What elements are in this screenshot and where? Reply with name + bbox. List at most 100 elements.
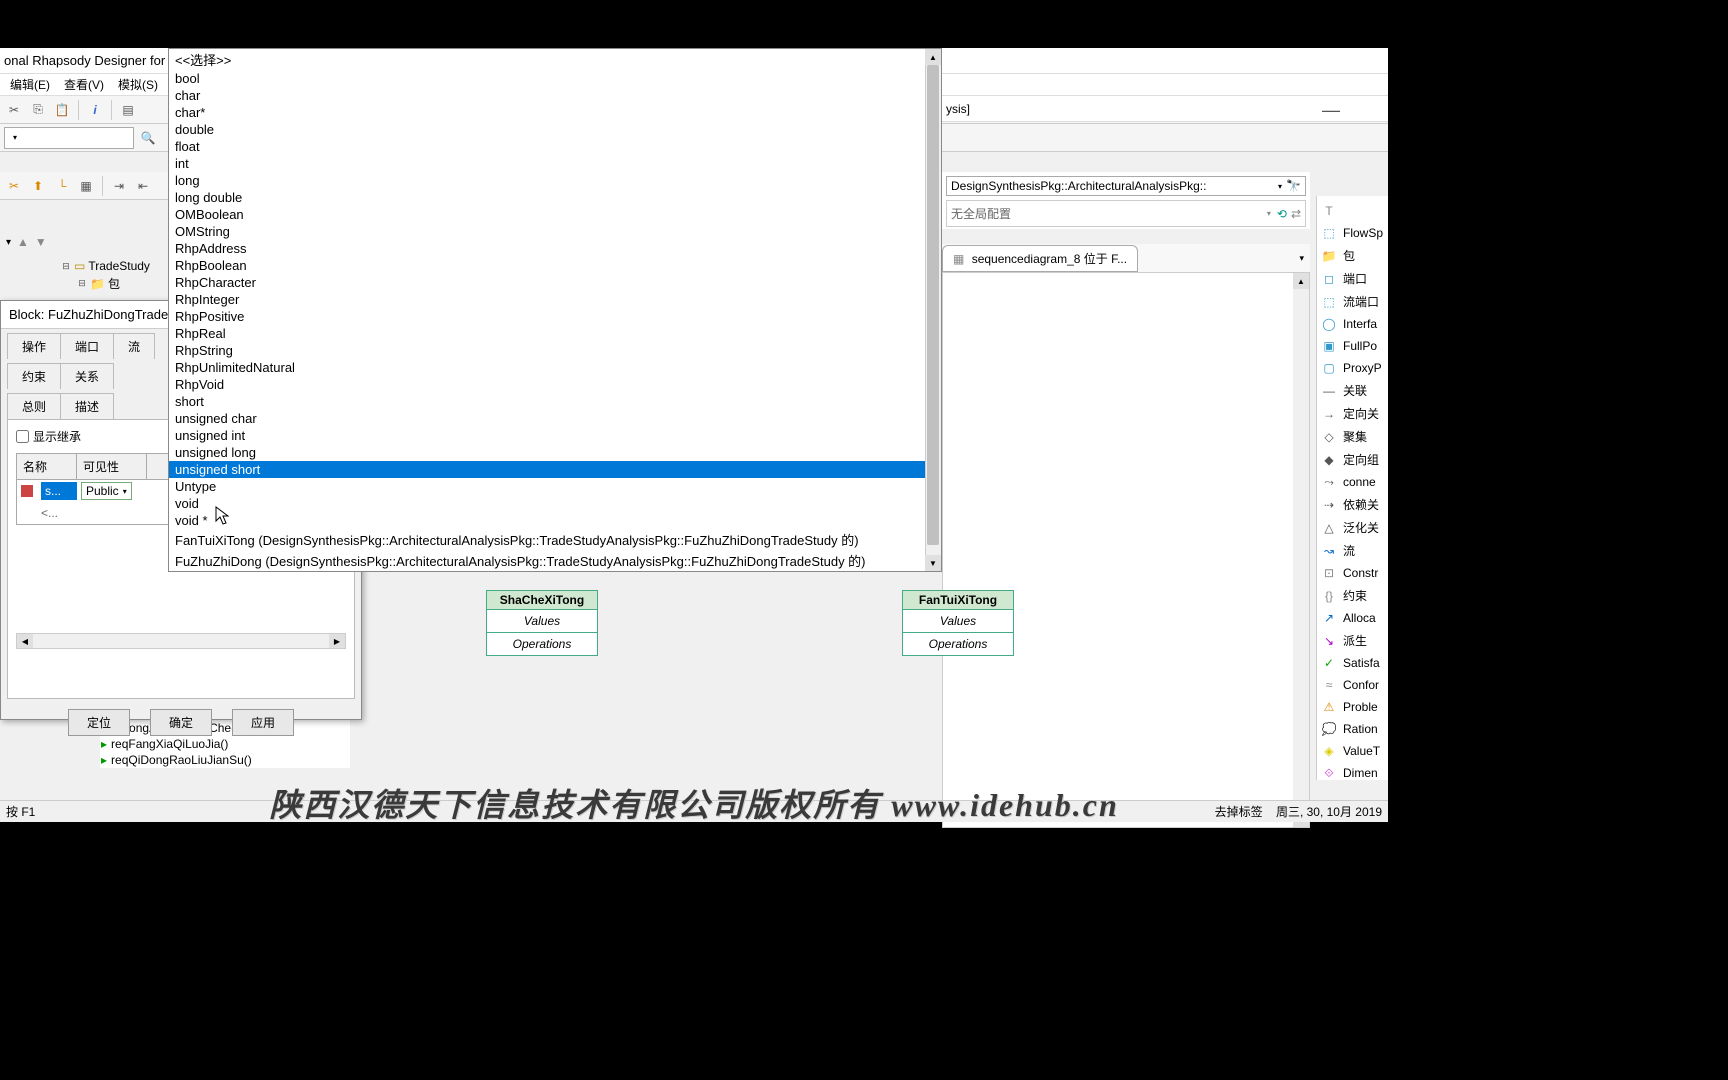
dropdown-item[interactable]: void: [169, 495, 941, 512]
locate-button[interactable]: 定位: [68, 709, 130, 736]
dropdown-item[interactable]: unsigned int: [169, 427, 941, 444]
palette-item-constr[interactable]: ⊡Constr: [1317, 562, 1388, 584]
scroll-thumb[interactable]: [927, 65, 939, 545]
menu-edit[interactable]: 编辑(E): [4, 74, 56, 95]
dropdown-item[interactable]: FuZhuZhiDong (DesignSynthesisPkg::Archit…: [169, 550, 941, 571]
up-icon[interactable]: ⬆: [28, 176, 48, 196]
scroll-up-icon[interactable]: ▲: [925, 49, 941, 65]
dropdown-item[interactable]: FanTuiXiTong (DesignSynthesisPkg::Archit…: [169, 529, 941, 550]
grid-icon[interactable]: ▦: [76, 176, 96, 196]
palette-item-rationale[interactable]: 💭Ration: [1317, 718, 1388, 740]
dropdown-item[interactable]: bool: [169, 70, 941, 87]
palette-item-allocate[interactable]: ↗Alloca: [1317, 607, 1388, 629]
palette-item-problem[interactable]: ⚠Proble: [1317, 696, 1388, 718]
attr-name[interactable]: s...: [41, 482, 77, 500]
dropdown-item[interactable]: OMString: [169, 223, 941, 240]
type-dropdown[interactable]: <<选择>>boolcharchar*doublefloatintlonglon…: [168, 48, 942, 572]
diagram-canvas[interactable]: ▲ ▼: [942, 272, 1310, 828]
dropdown-item[interactable]: Untype: [169, 478, 941, 495]
tab-constraints[interactable]: 约束: [7, 363, 61, 389]
config-combo[interactable]: 无全局配置 ▾ ⟲ ⇄: [946, 200, 1306, 227]
palette-item-connector[interactable]: ⤳conne: [1317, 471, 1388, 493]
dropdown-item[interactable]: unsigned short: [169, 461, 941, 478]
col-visibility[interactable]: 可见性: [77, 454, 147, 479]
palette-item-flow[interactable]: ↝流: [1317, 539, 1388, 562]
palette-item-proxy[interactable]: ▢ProxyP: [1317, 357, 1388, 379]
palette-item-port[interactable]: ◻端口: [1317, 267, 1388, 290]
dropdown-item[interactable]: float: [169, 138, 941, 155]
dropdown-item[interactable]: short: [169, 393, 941, 410]
refresh-icon[interactable]: ⟲: [1277, 207, 1287, 221]
show-inherited-checkbox[interactable]: [16, 430, 29, 443]
editor-tab[interactable]: ▦ sequencediagram_8 位于 F...: [942, 245, 1138, 272]
scope-combo[interactable]: ▾: [4, 127, 134, 149]
palette-item-flowsp[interactable]: ⬚FlowSp: [1317, 222, 1388, 244]
palette-item-valuetype[interactable]: ◈ValueT: [1317, 740, 1388, 762]
scroll-up-icon[interactable]: ▲: [1293, 273, 1309, 289]
expand-icon[interactable]: ⊟: [76, 278, 88, 290]
visibility-combo[interactable]: Public ▾: [81, 482, 132, 500]
tool-icon[interactable]: ▤: [118, 100, 138, 120]
tab-ops[interactable]: 操作: [7, 333, 61, 359]
dropdown-item[interactable]: void *: [169, 512, 941, 529]
align-icon[interactable]: ⇥: [109, 176, 129, 196]
palette-item-directed2[interactable]: ◆定向组: [1317, 448, 1388, 471]
palette-item-dimen[interactable]: ⟐Dimen: [1317, 762, 1388, 780]
horizontal-scrollbar[interactable]: ◀ ▶: [16, 633, 346, 649]
info-icon[interactable]: i: [85, 100, 105, 120]
nav-up-icon[interactable]: ▲: [17, 235, 29, 249]
binoculars-icon[interactable]: 🔭: [1286, 179, 1301, 193]
dropdown-item[interactable]: OMBoolean: [169, 206, 941, 223]
corner-icon[interactable]: └: [52, 176, 72, 196]
copy-icon[interactable]: ⎘: [28, 100, 48, 120]
package-filter-combo[interactable]: DesignSynthesisPkg::ArchitecturalAnalysi…: [946, 176, 1306, 196]
palette-item-derive[interactable]: ↘派生: [1317, 629, 1388, 652]
dropdown-item[interactable]: int: [169, 155, 941, 172]
dropdown-item[interactable]: RhpReal: [169, 325, 941, 342]
status-tag[interactable]: 去掉标签: [1215, 805, 1263, 819]
distribute-icon[interactable]: ⇤: [133, 176, 153, 196]
scroll-left-icon[interactable]: ◀: [17, 634, 33, 648]
palette-item-constraint[interactable]: {}约束: [1317, 584, 1388, 607]
dropdown-item[interactable]: RhpInteger: [169, 291, 941, 308]
tab-flows[interactable]: 流: [113, 333, 155, 359]
scroll-down-icon[interactable]: ▼: [925, 555, 941, 571]
tab-overflow-icon[interactable]: ▾: [1299, 253, 1304, 264]
dropdown-item[interactable]: long: [169, 172, 941, 189]
dropdown-item[interactable]: RhpPositive: [169, 308, 941, 325]
palette-item-interface[interactable]: ◯Interfa: [1317, 313, 1388, 335]
dropdown-item[interactable]: <<选择>>: [169, 49, 941, 70]
expand-icon[interactable]: ⊟: [60, 260, 72, 272]
dropdown-item[interactable]: RhpBoolean: [169, 257, 941, 274]
palette-item-flowport[interactable]: ⬚流端口: [1317, 290, 1388, 313]
palette-item-satisfy[interactable]: ✓Satisfa: [1317, 652, 1388, 674]
dropdown-item[interactable]: RhpCharacter: [169, 274, 941, 291]
dropdown-item[interactable]: RhpAddress: [169, 240, 941, 257]
scroll-right-icon[interactable]: ▶: [329, 634, 345, 648]
palette-item-fullport[interactable]: ▣FullPo: [1317, 335, 1388, 357]
palette-item-directed[interactable]: →定向关: [1317, 402, 1388, 425]
tree-node-op[interactable]: ▸reqQiDongRaoLiuJianSu(): [100, 752, 350, 768]
palette-item-gen[interactable]: △泛化关: [1317, 516, 1388, 539]
tab-relations[interactable]: 关系: [60, 363, 114, 389]
menu-simulate[interactable]: 模拟(S): [112, 74, 164, 95]
dropdown-item[interactable]: unsigned char: [169, 410, 941, 427]
dropdown-item[interactable]: char*: [169, 104, 941, 121]
tab-ports[interactable]: 端口: [60, 333, 114, 359]
layout-icon[interactable]: ✂: [4, 176, 24, 196]
dropdown-item[interactable]: unsigned long: [169, 444, 941, 461]
dropdown-item[interactable]: double: [169, 121, 941, 138]
palette-item-depend[interactable]: ⇢依赖关: [1317, 493, 1388, 516]
uml-block-shache[interactable]: ShaCheXiTong Values Operations: [486, 590, 598, 656]
sync-icon[interactable]: ⇄: [1291, 207, 1301, 221]
tab-desc[interactable]: 描述: [60, 393, 114, 419]
apply-button[interactable]: 应用: [232, 709, 294, 736]
dropdown-item[interactable]: char: [169, 87, 941, 104]
dropdown-item[interactable]: long double: [169, 189, 941, 206]
cut-icon[interactable]: ✂: [4, 100, 24, 120]
tab-general[interactable]: 总则: [7, 393, 61, 419]
search-icon[interactable]: 🔍: [138, 128, 158, 148]
minimize-icon[interactable]: —: [1322, 100, 1340, 121]
nav-down-icon[interactable]: ▼: [35, 235, 47, 249]
palette-item-assoc[interactable]: —关联: [1317, 379, 1388, 402]
